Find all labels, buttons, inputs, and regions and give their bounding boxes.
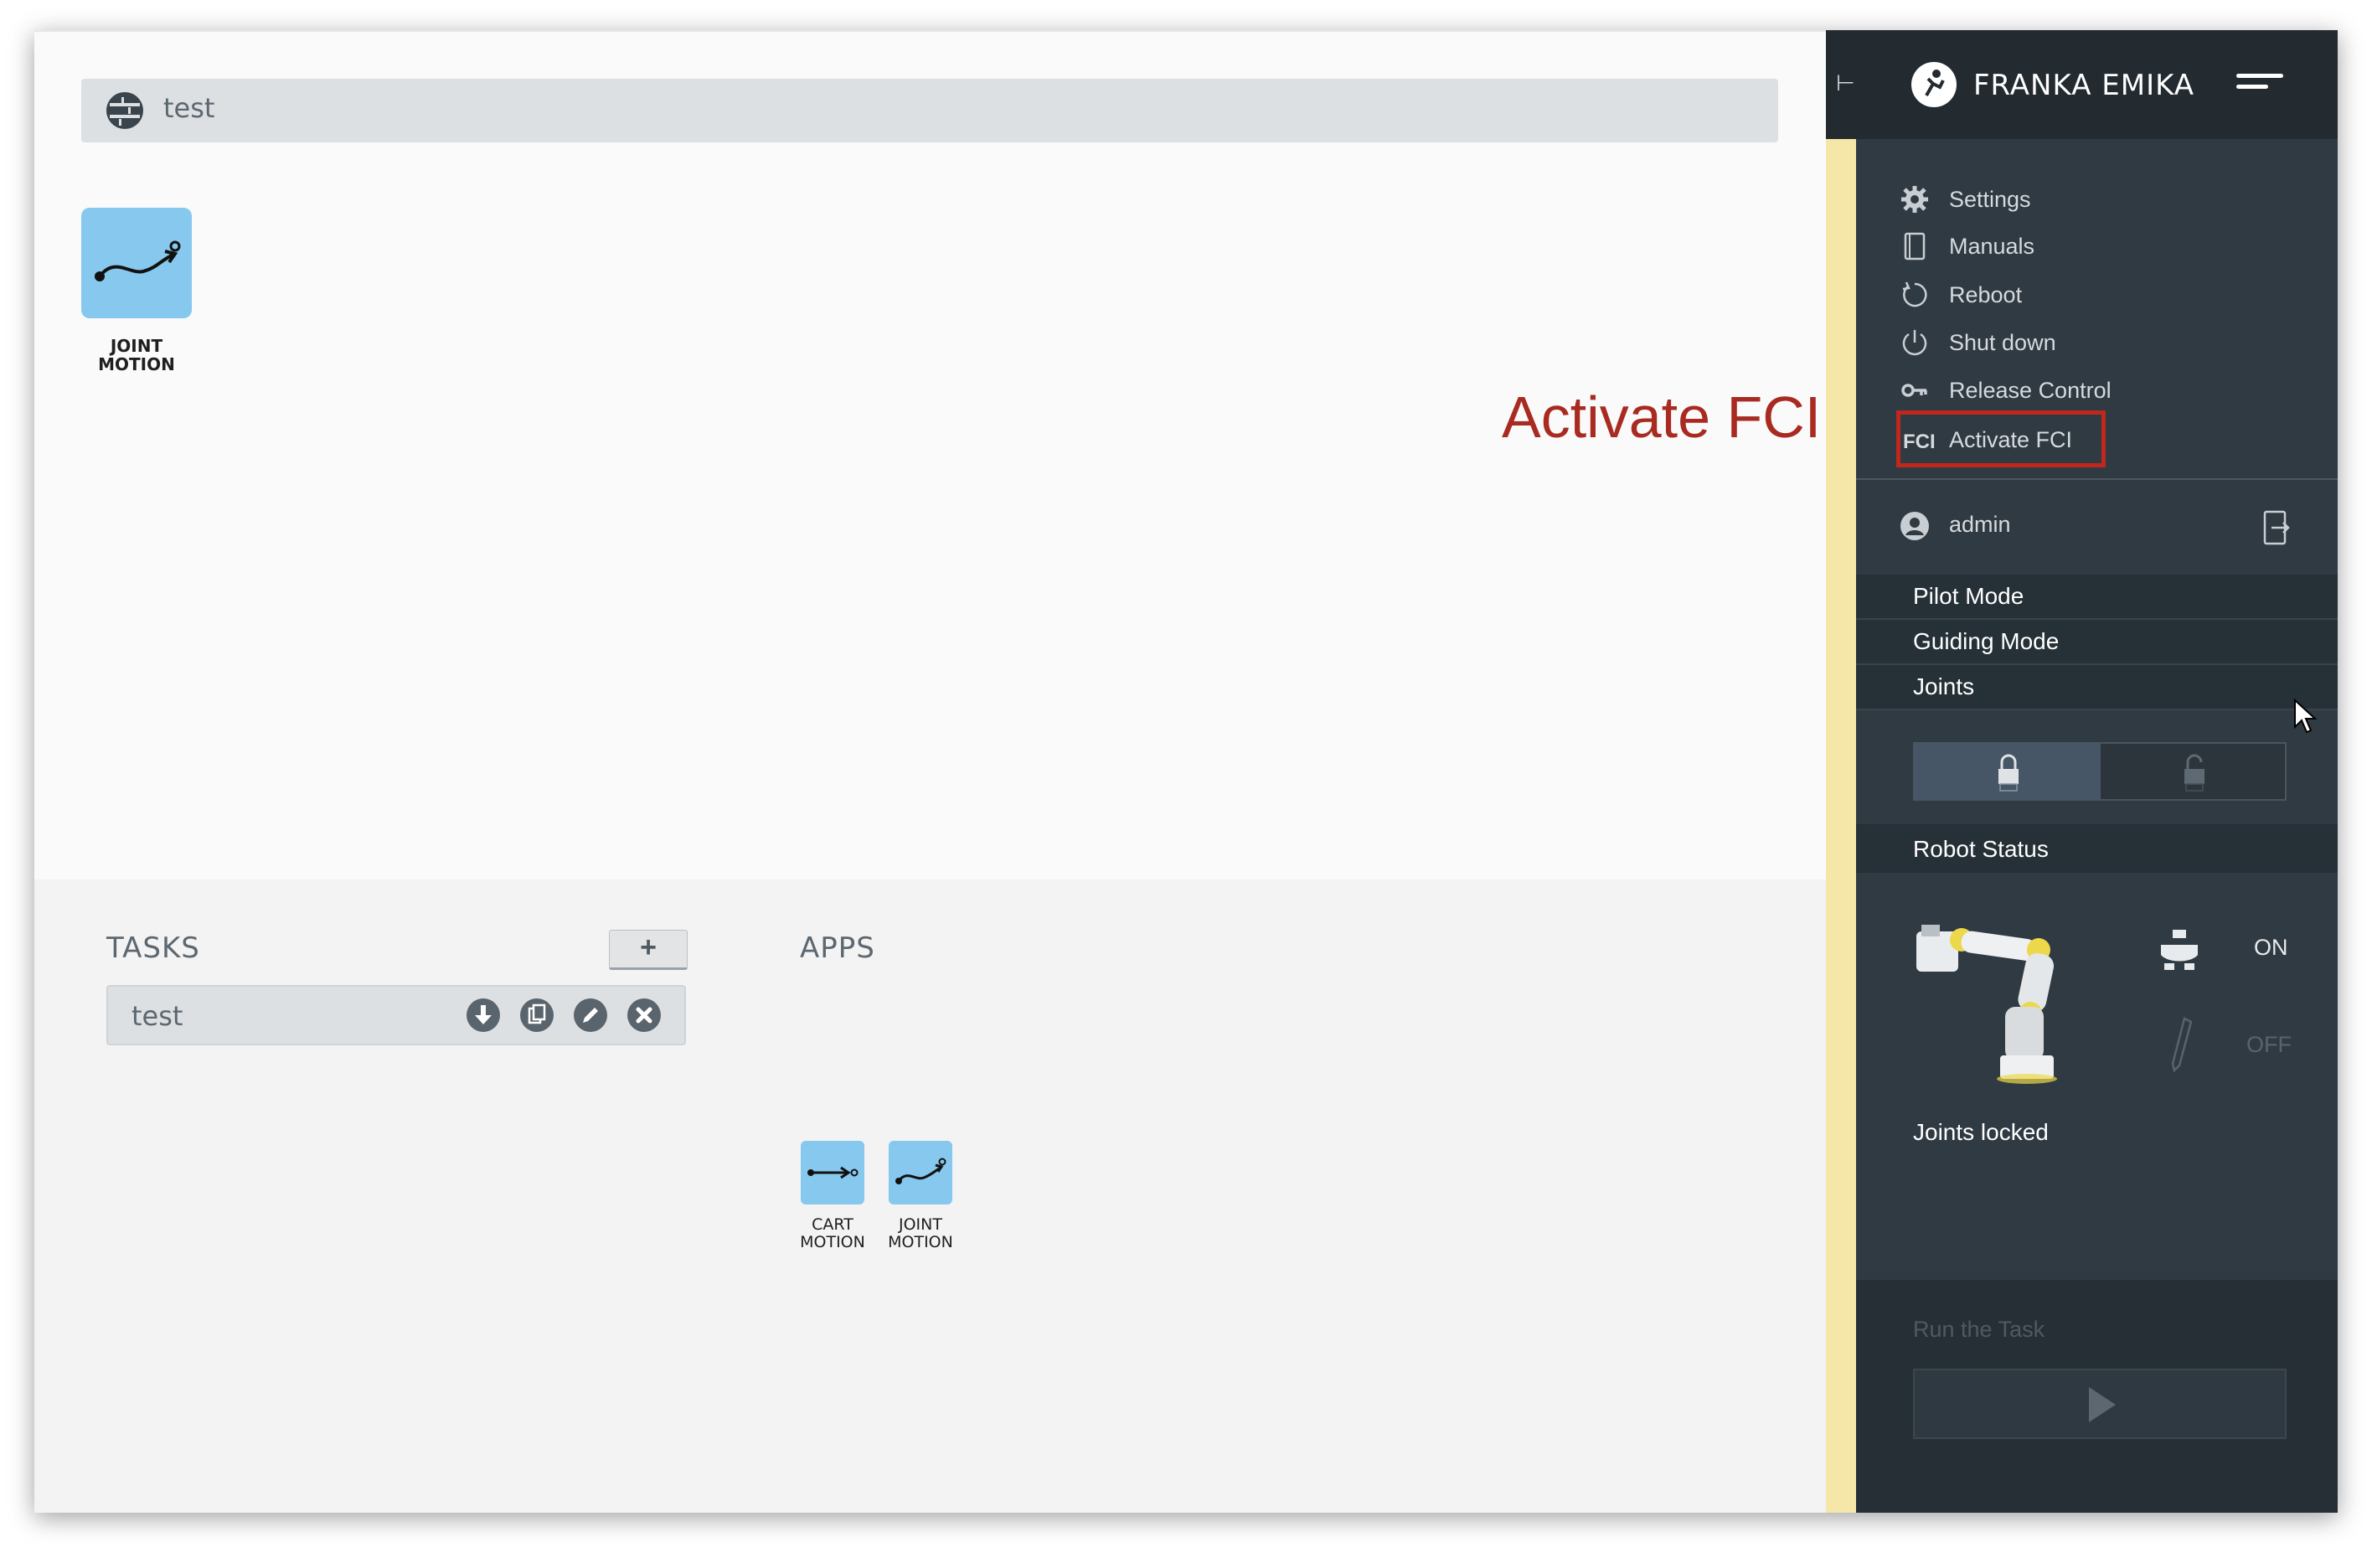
pilot-mode-section[interactable]: Pilot Mode — [1856, 575, 2338, 620]
accent-strip — [1826, 139, 1856, 1513]
brand-name: FRANKA EMIKA — [1973, 69, 2195, 102]
user-row: admin — [1856, 482, 2338, 575]
menu-item-shutdown[interactable]: Shut down — [1856, 317, 2338, 364]
app-window: test JOINT MOTION Activate FCI TASKS + t… — [34, 30, 2338, 1513]
cart-motion-app[interactable] — [801, 1141, 864, 1204]
joint-motion-label-line1: JOINT — [899, 1215, 942, 1234]
menu-item-settings[interactable]: Settings — [1856, 174, 2338, 221]
edit-icon[interactable] — [572, 997, 609, 1034]
menu-item-reboot[interactable]: Reboot — [1856, 270, 2338, 317]
bottom-panel: TASKS + test APPS CART MOTION JOINT MOTI… — [34, 879, 1826, 1513]
menu-label-shutdown: Shut down — [1949, 330, 2056, 355]
robot-arm-image — [1916, 925, 2057, 1084]
task-title: test — [163, 92, 215, 124]
menu-label-settings: Settings — [1949, 187, 2031, 212]
robot-status-bar: Robot Status — [1856, 824, 2338, 873]
gripper-on-label: ON — [2254, 935, 2288, 960]
copy-icon[interactable] — [518, 997, 555, 1034]
joint-motion-icon — [95, 240, 181, 281]
menu-label-manuals: Manuals — [1949, 234, 2035, 259]
run-task-area: Run the Task — [1856, 1280, 2338, 1513]
power-icon — [1902, 330, 1927, 356]
joint-motion-app[interactable] — [889, 1141, 952, 1204]
mouse-cursor-icon — [2294, 699, 2317, 734]
lock-open-icon[interactable] — [2176, 752, 2213, 792]
apps-heading: APPS — [800, 931, 875, 965]
menu-label-reboot: Reboot — [1949, 282, 2023, 307]
cart-motion-icon — [807, 1166, 859, 1179]
stylus-off-icon — [2171, 1017, 2193, 1073]
task-name: test — [131, 1000, 183, 1032]
task-title-bar[interactable]: test — [81, 79, 1778, 142]
fci-icon: FCI — [1903, 431, 1936, 453]
cart-motion-label-line1: CART — [812, 1215, 853, 1234]
key-icon — [1901, 384, 1927, 397]
task-row[interactable]: test — [106, 985, 686, 1045]
canvas-joint-motion-app[interactable] — [81, 208, 192, 318]
activate-fci-button[interactable]: Activate FCI — [1949, 427, 2072, 453]
lock-closed-icon — [1998, 754, 2019, 792]
delete-icon[interactable] — [626, 997, 663, 1034]
joints-lock-toggle[interactable] — [1913, 742, 2287, 801]
joint-motion-label-line2: MOTION — [888, 1233, 953, 1251]
joints-label: Joints — [1913, 673, 1975, 699]
gear-icon — [1901, 186, 1928, 213]
hamburger-menu-icon[interactable] — [2236, 74, 2283, 97]
download-icon[interactable] — [465, 997, 502, 1034]
cart-motion-label-line2: MOTION — [800, 1233, 865, 1251]
joints-state-label: Joints locked — [1913, 1119, 2049, 1145]
stylus-off-label: OFF — [2246, 1032, 2292, 1057]
canvas-app-label-line1: JOINT — [110, 336, 163, 356]
username: admin — [1949, 512, 2011, 537]
top-border — [34, 30, 1827, 32]
joints-section[interactable]: Joints — [1856, 665, 2338, 710]
joints-lock-option[interactable] — [1915, 744, 2101, 799]
divider — [1856, 478, 2338, 480]
joint-motion-label: JOINT MOTION — [874, 1216, 967, 1251]
menu-item-manuals[interactable]: Manuals — [1856, 221, 2338, 268]
add-task-button[interactable]: + — [609, 930, 688, 970]
logout-icon[interactable] — [2261, 509, 2292, 546]
task-actions — [465, 997, 663, 1034]
canvas-app-label: JOINT MOTION — [81, 337, 192, 374]
sidebar-header: ⊢ FRANKA EMIKA — [1826, 30, 2338, 139]
run-task-button[interactable] — [1913, 1369, 2287, 1439]
menu-label-release-control: Release Control — [1949, 378, 2112, 403]
guiding-mode-section[interactable]: Guiding Mode — [1856, 620, 2338, 665]
user-icon — [1900, 512, 1929, 540]
globe-icon — [106, 92, 143, 129]
franka-logo-icon — [1911, 62, 1957, 107]
sidebar: Settings Manuals Reboot Shut down Releas… — [1856, 139, 2338, 1513]
tasks-heading: TASKS — [106, 931, 200, 965]
gripper-on-icon — [2161, 930, 2198, 970]
book-icon — [1904, 232, 1926, 260]
guiding-mode-label: Guiding Mode — [1913, 628, 2060, 654]
collapse-icon[interactable]: ⊢ — [1836, 70, 1855, 97]
run-task-label: Run the Task — [1913, 1317, 2045, 1342]
menu-item-release-control[interactable]: Release Control — [1856, 365, 2338, 412]
canvas-app-label-line2: MOTION — [98, 354, 175, 374]
joint-motion-icon — [895, 1158, 946, 1184]
cart-motion-label: CART MOTION — [786, 1216, 879, 1251]
activate-fci-annotation: Activate FCI — [1502, 384, 1822, 450]
pilot-mode-label: Pilot Mode — [1913, 583, 2024, 609]
robot-status-heading: Robot Status — [1913, 836, 2049, 862]
play-icon — [2089, 1387, 2116, 1422]
reboot-icon — [1902, 281, 1927, 307]
